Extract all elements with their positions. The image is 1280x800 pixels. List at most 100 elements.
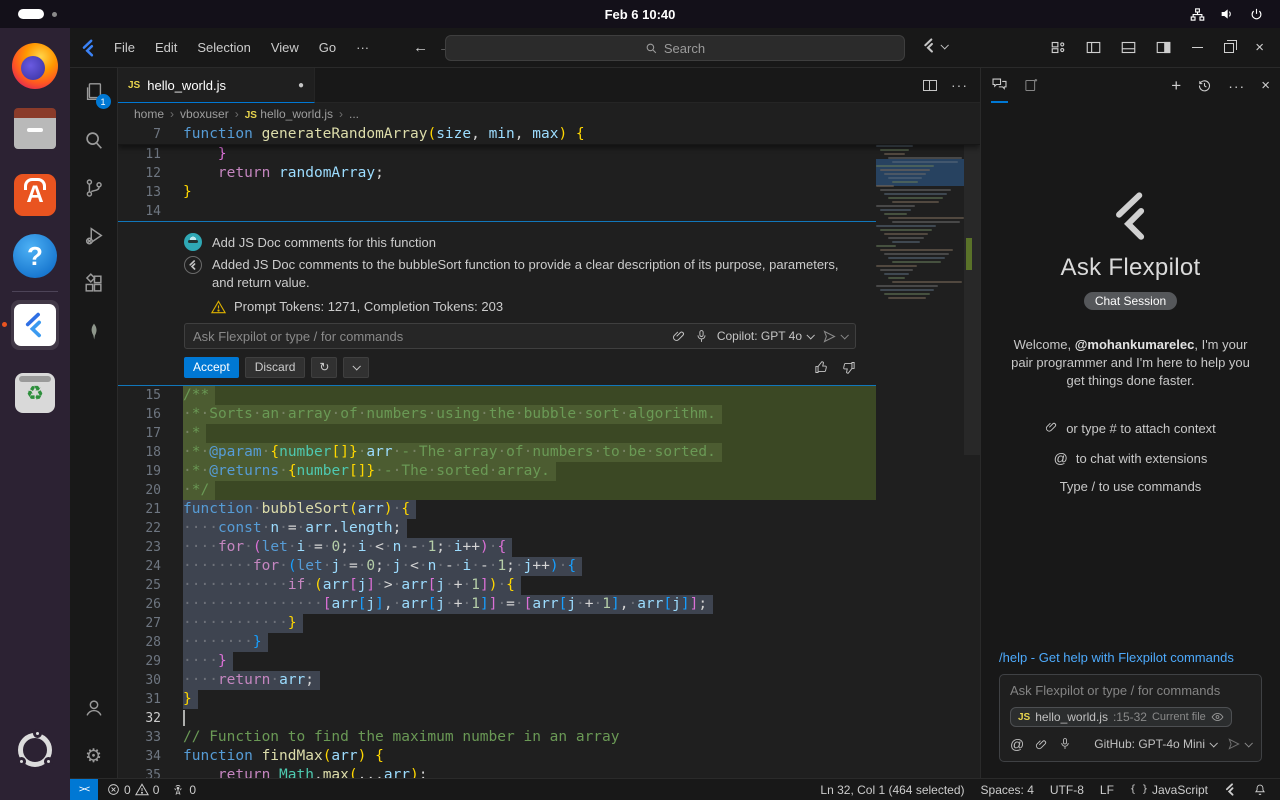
- code-line-22[interactable]: 22 ····const·n·=·arr.length;: [118, 519, 980, 538]
- line-number[interactable]: 24: [118, 557, 161, 576]
- mongodb-icon[interactable]: [70, 308, 118, 356]
- code-line-30[interactable]: 30 ····return·arr;: [118, 671, 980, 690]
- code-line-21[interactable]: 21function·bubbleSort(arr)·{: [118, 500, 980, 519]
- indentation[interactable]: Spaces: 4: [976, 783, 1039, 797]
- menu-item-go[interactable]: Go: [311, 37, 344, 58]
- line-number[interactable]: 19: [118, 462, 161, 481]
- line-content[interactable]: ·*/: [183, 481, 876, 500]
- menu-item-selection[interactable]: Selection: [189, 37, 258, 58]
- menu-item-file[interactable]: File: [106, 37, 143, 58]
- send-button[interactable]: [822, 329, 847, 344]
- code-line-24[interactable]: 24 ········for·(let·j·=·0;·j·<·n·-·i·-·1;…: [118, 557, 980, 576]
- editor-actions-more-icon[interactable]: ···: [951, 77, 968, 93]
- line-content[interactable]: ·*·Sorts·an·array·of·numbers·using·the·b…: [183, 405, 876, 424]
- line-content[interactable]: }: [183, 183, 876, 202]
- code-editor[interactable]: 7 function generateRandomArray(size, min,…: [118, 125, 980, 778]
- line-number[interactable]: 21: [118, 500, 161, 519]
- line-number[interactable]: 33: [118, 728, 161, 747]
- search-view-icon[interactable]: [70, 116, 118, 164]
- code-line-17[interactable]: 17 ·*: [118, 424, 980, 443]
- firefox-icon[interactable]: [11, 42, 59, 90]
- code-line-31[interactable]: 31}: [118, 690, 980, 709]
- code-line-26[interactable]: 26················[arr[j],·arr[j·+·1]]·=…: [118, 595, 980, 614]
- panel-more-icon[interactable]: ···: [1228, 78, 1245, 94]
- line-content[interactable]: ····return·arr;: [183, 671, 876, 690]
- attach-icon[interactable]: [1035, 738, 1048, 751]
- thumbs-down-icon[interactable]: [841, 360, 856, 375]
- panel-close-icon[interactable]: ×: [1261, 77, 1270, 94]
- line-number[interactable]: 17: [118, 424, 161, 443]
- code-line-7[interactable]: 7 function generateRandomArray(size, min,…: [118, 125, 980, 144]
- line-number[interactable]: 12: [118, 164, 161, 183]
- code-line-15[interactable]: 15/**: [118, 386, 980, 405]
- close-button[interactable]: ×: [1255, 40, 1264, 55]
- scrollbar-slider[interactable]: [964, 125, 980, 455]
- line-content[interactable]: function findMax(arr) {: [183, 747, 876, 766]
- explorer-icon[interactable]: 1: [70, 68, 118, 116]
- notifications-bell-icon[interactable]: [1248, 783, 1272, 797]
- toggle-secondary-sidebar-icon[interactable]: [1156, 41, 1171, 54]
- eol-sequence[interactable]: LF: [1095, 783, 1119, 797]
- back-button[interactable]: ←: [413, 39, 428, 56]
- line-content[interactable]: ················[arr[j],·arr[j·+·1]]·=·[…: [183, 595, 876, 614]
- overview-ruler[interactable]: [964, 125, 980, 778]
- command-center-search[interactable]: Search: [445, 35, 905, 61]
- attach-icon[interactable]: [672, 329, 686, 343]
- chat-input-box[interactable]: Ask Flexpilot or type / for commands JS …: [999, 674, 1262, 762]
- accounts-icon[interactable]: [70, 686, 118, 734]
- menu-item-edit[interactable]: Edit: [147, 37, 185, 58]
- language-mode[interactable]: { }JavaScript: [1125, 783, 1213, 797]
- flexpilot-app-icon[interactable]: [11, 300, 59, 350]
- new-chat-icon[interactable]: +: [1171, 77, 1181, 94]
- code-line-35[interactable]: 35 return Math.max(...arr);: [118, 766, 980, 778]
- code-line-29[interactable]: 29····}: [118, 652, 980, 671]
- accept-button[interactable]: Accept: [184, 357, 239, 378]
- code-line-18[interactable]: 18·*·@param·{number[]}·arr·-·The·array·o…: [118, 443, 980, 462]
- mic-icon[interactable]: [695, 329, 708, 344]
- split-editor-icon[interactable]: [923, 80, 937, 91]
- cursor-position[interactable]: Ln 32, Col 1 (464 selected): [815, 783, 969, 797]
- line-number[interactable]: 13: [118, 183, 161, 202]
- ubuntu-logo-icon[interactable]: [11, 726, 59, 774]
- code-line-13[interactable]: 13}: [118, 183, 980, 202]
- line-content[interactable]: ·*·@param·{number[]}·arr·-·The·array·of·…: [183, 443, 876, 462]
- chat-view-tab[interactable]: [991, 68, 1008, 103]
- line-number[interactable]: 27: [118, 614, 161, 633]
- line-content[interactable]: function generateRandomArray(size, min, …: [183, 125, 876, 144]
- line-number[interactable]: 20: [118, 481, 161, 500]
- line-number[interactable]: 30: [118, 671, 161, 690]
- line-number[interactable]: 25: [118, 576, 161, 595]
- minimize-button[interactable]: [1192, 47, 1203, 49]
- context-chip[interactable]: JS hello_world.js:15-32 Current file: [1010, 707, 1232, 727]
- code-line-23[interactable]: 23····for·(let·i·=·0;·i·<·n·-·1;·i++)·{: [118, 538, 980, 557]
- at-mention-icon[interactable]: @: [1010, 736, 1024, 752]
- line-content[interactable]: ············if·(arr[j]·>·arr[j·+·1])·{: [183, 576, 876, 595]
- file-manager-icon[interactable]: [11, 107, 59, 155]
- line-content[interactable]: ············}: [183, 614, 876, 633]
- model-picker[interactable]: GitHub: GPT-4o Mini: [1094, 737, 1216, 751]
- line-content[interactable]: ········for·(let·j·=·0;·j·<·n·-·i·-·1;·j…: [183, 557, 876, 576]
- code-line-20[interactable]: 20 ·*/: [118, 481, 980, 500]
- menu-item-[interactable]: ···: [348, 37, 377, 58]
- network-icon[interactable]: [1190, 7, 1205, 22]
- help-command-link[interactable]: /help - Get help with Flexpilot commands: [999, 650, 1262, 665]
- line-content[interactable]: return Math.max(...arr);: [183, 766, 876, 778]
- line-number[interactable]: 31: [118, 690, 161, 709]
- thumbs-up-icon[interactable]: [814, 360, 829, 375]
- history-icon[interactable]: [1197, 78, 1212, 93]
- breadcrumb-item[interactable]: vboxuser: [180, 107, 229, 121]
- breadcrumb-item[interactable]: home: [134, 107, 164, 121]
- remote-indicator[interactable]: ><: [70, 779, 98, 800]
- line-number[interactable]: 22: [118, 519, 161, 538]
- line-number[interactable]: 7: [118, 125, 161, 144]
- toggle-panel-icon[interactable]: [1121, 41, 1136, 54]
- line-content[interactable]: [183, 709, 876, 728]
- code-line-14[interactable]: 14: [118, 202, 980, 221]
- line-content[interactable]: ·*: [183, 424, 876, 443]
- line-content[interactable]: ····const·n·=·arr.length;: [183, 519, 876, 538]
- inline-chat-input[interactable]: Ask Flexpilot or type / for commands Cop…: [184, 323, 856, 349]
- breadcrumb-item[interactable]: ...: [349, 107, 359, 121]
- chat-editor-tab[interactable]: [1024, 78, 1039, 93]
- line-number[interactable]: 15: [118, 386, 161, 405]
- line-content[interactable]: return randomArray;: [183, 164, 876, 183]
